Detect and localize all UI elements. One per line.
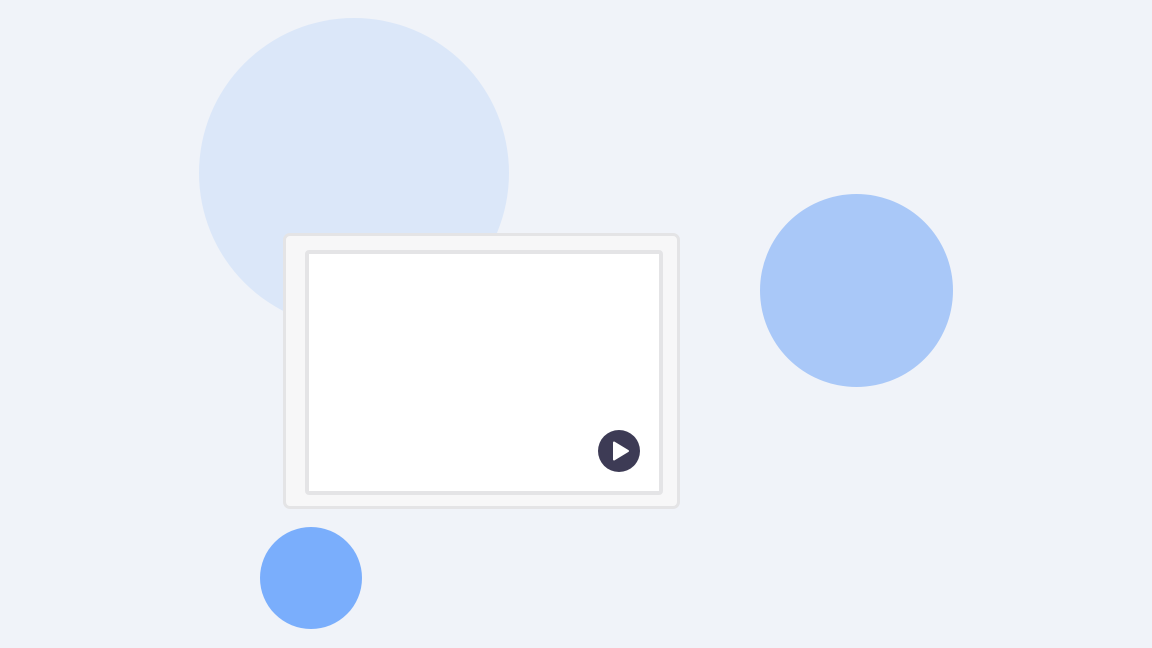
- illustration-canvas: [0, 0, 1152, 648]
- small-decorative-circle: [260, 527, 362, 629]
- play-icon: [613, 441, 629, 461]
- medium-decorative-circle: [760, 194, 953, 387]
- play-button[interactable]: [598, 430, 640, 472]
